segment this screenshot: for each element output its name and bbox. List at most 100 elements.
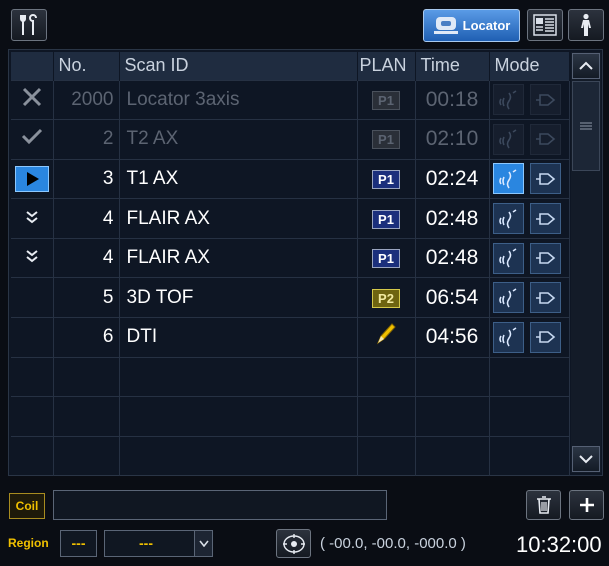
locator-button[interactable]: Locator (423, 9, 520, 42)
probe-mode-button[interactable] (529, 84, 561, 116)
wave-mode-button[interactable] (492, 282, 524, 314)
time-column-header[interactable]: Time (415, 52, 490, 80)
wave-mode-button[interactable] (492, 84, 524, 116)
status-cell[interactable] (11, 119, 54, 160)
scan-time: 06:54 (415, 277, 490, 318)
scan-id[interactable]: T1 AX (119, 158, 358, 199)
wave-mode-button[interactable] (492, 203, 524, 235)
tools-button[interactable] (11, 9, 47, 41)
status-cell[interactable] (11, 158, 54, 199)
plan-badge[interactable]: P1 (372, 90, 400, 110)
scan-time: 04:56 (415, 317, 490, 358)
table-row[interactable]: 3 T1 AX P1 02:24 (11, 158, 570, 199)
scan-time: 02:24 (415, 158, 490, 199)
position-button[interactable] (276, 529, 311, 558)
region-field[interactable]: --- (60, 530, 97, 557)
plan-badge[interactable]: P1 (372, 209, 400, 229)
plan-cell[interactable]: P1 (357, 198, 416, 239)
status-cell[interactable] (11, 79, 54, 120)
scroll-thumb[interactable] (572, 81, 600, 171)
mode-cell (489, 79, 570, 120)
scan-number: 4 (53, 237, 120, 278)
chevron-down-icon (579, 455, 593, 464)
plan-badge[interactable]: P2 (372, 288, 400, 308)
plan-cell[interactable]: P2 (357, 277, 416, 318)
layout-icon (533, 14, 557, 36)
no-column-header[interactable]: No. (53, 52, 120, 80)
region-select-toggle[interactable] (194, 531, 212, 556)
table-row[interactable]: 2000 Locator 3axis P1 00:18 (11, 79, 570, 120)
scan-id[interactable]: 3D TOF (119, 277, 358, 318)
plan-column-header[interactable]: PLAN (357, 52, 416, 80)
region-select[interactable]: --- (104, 530, 213, 557)
scan-id[interactable]: DTI (119, 317, 358, 358)
mode-cell (489, 237, 570, 278)
scan-time: 02:48 (415, 237, 490, 278)
protocol-list: No. Scan ID PLAN Time Mode 2000 Locator 3… (8, 49, 603, 476)
double-chevron-down-icon (26, 250, 38, 263)
coil-label: Coil (9, 493, 45, 519)
scan-number: 2 (53, 119, 120, 160)
status-column-header (11, 52, 54, 80)
mode-column-header[interactable]: Mode (489, 52, 570, 80)
scroll-up-button[interactable] (572, 53, 600, 79)
check-icon (21, 129, 42, 145)
add-button[interactable] (569, 490, 604, 520)
scan-id-column-header[interactable]: Scan ID (119, 52, 358, 80)
status-cell[interactable] (11, 317, 54, 358)
mode-cell (489, 158, 570, 199)
scan-time: 02:48 (415, 198, 490, 239)
probe-mode-button[interactable] (529, 123, 561, 155)
chevron-up-icon (579, 61, 593, 70)
wave-mode-button[interactable] (492, 321, 524, 353)
region-select-value: --- (139, 535, 153, 551)
probe-mode-icon (536, 133, 556, 146)
scan-number: 3 (53, 158, 120, 199)
scroll-down-button[interactable] (572, 446, 600, 472)
scan-id[interactable]: FLAIR AX (119, 198, 358, 239)
plan-cell[interactable]: P1 (357, 119, 416, 160)
patient-icon (581, 13, 591, 36)
table-row[interactable]: 2 T2 AX P1 02:10 (11, 119, 570, 160)
layout-button[interactable] (527, 9, 563, 41)
double-chevron-down-icon (26, 210, 38, 223)
table-row[interactable]: 4 FLAIR AX P1 02:48 (11, 237, 570, 278)
status-cell[interactable] (11, 277, 54, 318)
probe-mode-button[interactable] (529, 242, 561, 274)
coil-field[interactable] (53, 490, 387, 520)
plan-cell[interactable]: P1 (357, 158, 416, 199)
plan-cell[interactable] (357, 317, 416, 358)
plan-badge[interactable]: P1 (372, 249, 400, 269)
scan-id[interactable]: Locator 3axis (119, 79, 358, 120)
plan-badge[interactable]: P1 (372, 169, 400, 189)
wave-mode-button[interactable] (492, 123, 524, 155)
wave-mode-button[interactable] (492, 163, 524, 195)
wave-mode-button[interactable] (492, 242, 524, 274)
trash-icon (536, 496, 551, 514)
status-cell[interactable] (11, 198, 54, 239)
plan-cell[interactable]: P1 (357, 79, 416, 120)
probe-mode-button[interactable] (529, 282, 561, 314)
probe-mode-button[interactable] (529, 203, 561, 235)
empty-row (11, 356, 570, 397)
plan-badge[interactable]: P1 (372, 130, 400, 150)
probe-mode-button[interactable] (529, 163, 561, 195)
patient-button[interactable] (568, 9, 604, 41)
plan-cell[interactable]: P1 (357, 237, 416, 278)
table-row[interactable]: 6 DTI 04:56 (11, 317, 570, 358)
table-row[interactable]: 4 FLAIR AX P1 02:48 (11, 198, 570, 239)
protocol-table: No. Scan ID PLAN Time Mode 2000 Locator 3… (11, 52, 570, 476)
scan-id[interactable]: FLAIR AX (119, 237, 358, 278)
probe-mode-button[interactable] (529, 321, 561, 353)
grip-icon (580, 122, 592, 130)
empty-row (11, 396, 570, 437)
pencil-icon[interactable] (375, 322, 397, 346)
scan-id[interactable]: T2 AX (119, 119, 358, 160)
probe-mode-icon (536, 212, 556, 225)
table-header: No. Scan ID PLAN Time Mode (11, 52, 570, 80)
wave-mode-icon (499, 327, 517, 347)
status-cell[interactable] (11, 237, 54, 278)
delete-button[interactable] (526, 490, 561, 520)
scrollbar[interactable] (571, 52, 601, 473)
table-row[interactable]: 5 3D TOF P2 06:54 (11, 277, 570, 318)
